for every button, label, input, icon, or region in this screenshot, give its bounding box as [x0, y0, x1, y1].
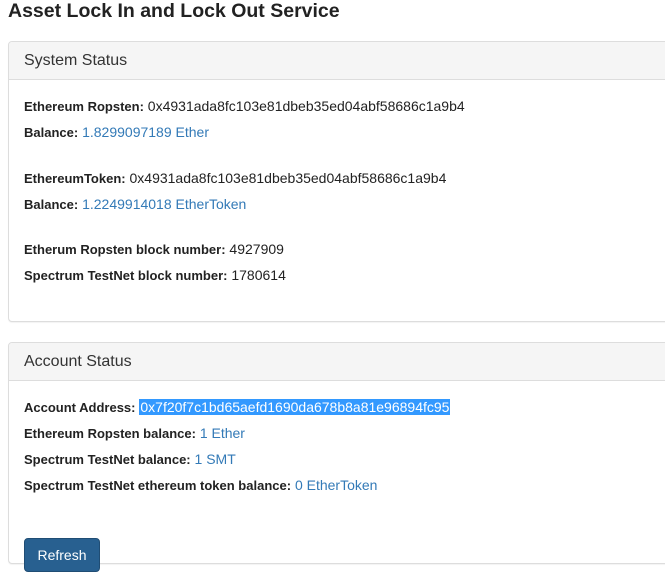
spectrum-block-row: Spectrum TestNet block number: 1780614 [24, 266, 286, 285]
refresh-button[interactable]: Refresh [24, 538, 100, 572]
eth-token-label: EthereumToken: [24, 171, 126, 186]
account-address-row: Account Address: 0x7f20f7c1bd65aefd1690d… [24, 398, 451, 417]
ropsten-block-value: 4927909 [229, 241, 284, 257]
balance-label: Balance: [24, 125, 79, 140]
eth-ropsten-label: Ethereum Ropsten: [24, 99, 144, 114]
account-status-panel: Account Status Account Address: 0x7f20f7… [8, 342, 665, 572]
spectrum-block-value: 1780614 [231, 267, 286, 283]
token-balance-account-label: Spectrum TestNet ethereum token balance: [24, 478, 292, 493]
token-balance-account-row: Spectrum TestNet ethereum token balance:… [24, 476, 377, 495]
ropsten-balance-row: Ethereum Ropsten balance: 1 Ether [24, 424, 245, 443]
spectrum-balance-value: 1 SMT [194, 451, 236, 467]
account-status-heading: Account Status [9, 343, 665, 381]
ropsten-balance-label: Ethereum Ropsten balance: [24, 426, 196, 441]
eth-token-row: EthereumToken: 0x4931ada8fc103e81dbeb35e… [24, 169, 446, 188]
spectrum-block-label: Spectrum TestNet block number: [24, 268, 228, 283]
account-address-label: Account Address: [24, 400, 136, 415]
system-status-heading: System Status [9, 42, 665, 80]
token-balance-row: Balance: 1.2249914018 EtherToken [24, 195, 246, 214]
eth-balance-row: Balance: 1.8299097189 Ether [24, 123, 209, 142]
ropsten-block-row: Etherum Ropsten block number: 4927909 [24, 240, 284, 259]
spectrum-balance-row: Spectrum TestNet balance: 1 SMT [24, 450, 236, 469]
token-balance-value: 1.2249914018 EtherToken [82, 196, 247, 212]
ropsten-balance-value: 1 Ether [199, 425, 245, 441]
eth-ropsten-address: 0x4931ada8fc103e81dbeb35ed04abf58686c1a9… [147, 98, 465, 114]
account-address-value[interactable]: 0x7f20f7c1bd65aefd1690da678b8a81e96894fc… [139, 399, 451, 415]
token-balance-account-value: 0 EtherToken [294, 477, 378, 493]
spectrum-balance-label: Spectrum TestNet balance: [24, 452, 191, 467]
eth-balance-value: 1.8299097189 Ether [82, 124, 209, 140]
page-title: Asset Lock In and Lock Out Service [8, 0, 340, 22]
balance-label: Balance: [24, 197, 79, 212]
eth-token-address: 0x4931ada8fc103e81dbeb35ed04abf58686c1a9… [129, 170, 447, 186]
system-status-panel: System Status Ethereum Ropsten: 0x4931ad… [8, 41, 665, 322]
ropsten-block-label: Etherum Ropsten block number: [24, 242, 226, 257]
eth-ropsten-row: Ethereum Ropsten: 0x4931ada8fc103e81dbeb… [24, 97, 465, 116]
